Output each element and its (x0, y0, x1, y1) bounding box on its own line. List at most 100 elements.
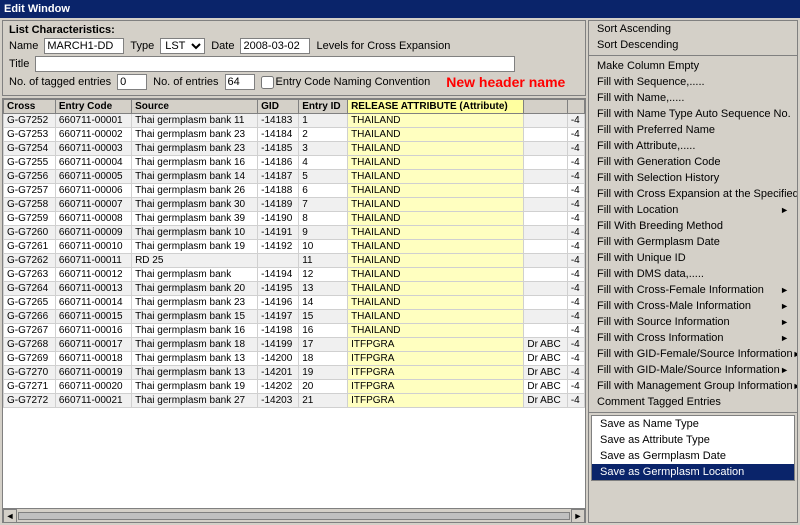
context-menu-item[interactable]: Fill with Source Information► (589, 314, 797, 330)
context-menu-item[interactable]: Fill with Management Group Information► (589, 378, 797, 394)
table-row[interactable]: G-G7254660711-00003Thai germplasm bank 2… (4, 142, 585, 156)
table-row[interactable]: G-G7258660711-00007Thai germplasm bank 3… (4, 198, 585, 212)
context-menu-item[interactable]: Fill with Name Type Auto Sequence No. (589, 106, 797, 122)
context-menu-item[interactable]: Fill with Germplasm Date (589, 234, 797, 250)
table-cell: ITFPGRA (348, 380, 524, 394)
table-row[interactable]: G-G7252660711-00001Thai germplasm bank 1… (4, 114, 585, 128)
table-cell: G-G7254 (4, 142, 56, 156)
main-content: List Characteristics: Name Type LST Date… (0, 18, 800, 525)
context-menu-item[interactable]: Fill with Cross Expansion at the Specifi… (589, 186, 797, 202)
table-cell: 13 (299, 282, 348, 296)
context-menu-item[interactable]: Fill with Cross-Male Information► (589, 298, 797, 314)
context-menu-item[interactable]: Fill with Sequence,..... (589, 74, 797, 90)
title-label: Title (9, 58, 29, 70)
table-scroll[interactable]: Cross Entry Code Source GID Entry ID REL… (3, 99, 585, 508)
table-cell: G-G7253 (4, 128, 56, 142)
context-menu-item[interactable]: Fill with Name,..... (589, 90, 797, 106)
table-row[interactable]: G-G7266660711-00015Thai germplasm bank 1… (4, 310, 585, 324)
scroll-left-btn[interactable]: ◄ (3, 509, 17, 523)
context-menu-item[interactable]: Sort Descending (589, 37, 797, 53)
table-row[interactable]: G-G7268660711-00017Thai germplasm bank 1… (4, 338, 585, 352)
table-cell: Thai germplasm bank 16 (132, 324, 258, 338)
context-menu-item[interactable]: Fill with GID-Male/Source Information► (589, 362, 797, 378)
name-input[interactable] (44, 38, 124, 54)
table-row[interactable]: G-G7260660711-00009Thai germplasm bank 1… (4, 226, 585, 240)
context-menu-item[interactable]: Fill with Generation Code (589, 154, 797, 170)
context-menu-item[interactable]: Save as Name Type (592, 416, 794, 432)
context-menu-item[interactable]: Fill with Location► (589, 202, 797, 218)
type-select[interactable]: LST (160, 38, 205, 54)
horizontal-scrollbar[interactable]: ◄ ► (3, 508, 585, 522)
table-cell: Dr ABC (524, 366, 567, 380)
context-menu-item[interactable]: Fill with Selection History (589, 170, 797, 186)
table-cell: 1 (299, 114, 348, 128)
table-row[interactable]: G-G7263660711-00012Thai germplasm bank-1… (4, 268, 585, 282)
context-menu-item[interactable]: Fill with DMS data,..... (589, 266, 797, 282)
context-menu-item[interactable]: Fill With Breeding Method (589, 218, 797, 234)
table-row[interactable]: G-G7261660711-00010Thai germplasm bank 1… (4, 240, 585, 254)
table-cell: THAILAND (348, 198, 524, 212)
table-cell: -4 (567, 282, 584, 296)
table-cell: -14198 (258, 324, 299, 338)
table-cell: -14187 (258, 170, 299, 184)
context-menu-item[interactable]: Save as Attribute Type (592, 432, 794, 448)
table-cell: 8 (299, 212, 348, 226)
table-cell: 660711-00014 (55, 296, 131, 310)
table-cell: 14 (299, 296, 348, 310)
context-menu-item[interactable]: Fill with Unique ID (589, 250, 797, 266)
table-cell: G-G7252 (4, 114, 56, 128)
entry-code-checkbox[interactable] (261, 76, 274, 89)
table-row[interactable]: G-G7269660711-00018Thai germplasm bank 1… (4, 352, 585, 366)
table-cell: 17 (299, 338, 348, 352)
table-row[interactable]: G-G7272660711-00021Thai germplasm bank 2… (4, 394, 585, 408)
data-table: Cross Entry Code Source GID Entry ID REL… (3, 99, 585, 408)
table-row[interactable]: G-G7259660711-00008Thai germplasm bank 3… (4, 212, 585, 226)
table-cell: -4 (567, 170, 584, 184)
tagged-input[interactable] (117, 74, 147, 90)
data-table-container: Cross Entry Code Source GID Entry ID REL… (2, 98, 586, 523)
entries-input[interactable] (225, 74, 255, 90)
table-row[interactable]: G-G7267660711-00016Thai germplasm bank 1… (4, 324, 585, 338)
table-row[interactable]: G-G7255660711-00004Thai germplasm bank 1… (4, 156, 585, 170)
table-cell: -14189 (258, 198, 299, 212)
table-cell: THAILAND (348, 226, 524, 240)
table-row[interactable]: G-G7270660711-00019Thai germplasm bank 1… (4, 366, 585, 380)
context-menu-item[interactable]: Sort Ascending (589, 21, 797, 37)
table-cell: -4 (567, 142, 584, 156)
table-cell: 15 (299, 310, 348, 324)
table-cell: G-G7257 (4, 184, 56, 198)
table-cell (524, 324, 567, 338)
context-menu-item[interactable]: Fill with GID-Female/Source Information► (589, 346, 797, 362)
table-row[interactable]: G-G7253660711-00002Thai germplasm bank 2… (4, 128, 585, 142)
context-menu-item[interactable]: Fill with Preferred Name (589, 122, 797, 138)
context-menu-item[interactable]: Comment Tagged Entries (589, 394, 797, 410)
context-menu-item[interactable]: Fill with Cross Information► (589, 330, 797, 346)
table-cell: 660711-00011 (55, 254, 131, 268)
context-menu-item[interactable]: Make Column Empty (589, 58, 797, 74)
table-cell: 660711-00019 (55, 366, 131, 380)
table-cell: Thai germplasm bank 23 (132, 296, 258, 310)
table-cell: G-G7260 (4, 226, 56, 240)
tagged-label: No. of tagged entries (9, 76, 111, 88)
scroll-track[interactable] (18, 512, 570, 520)
context-menu-item[interactable]: Save as Germplasm Location (592, 464, 794, 480)
table-row[interactable]: G-G7257660711-00006Thai germplasm bank 2… (4, 184, 585, 198)
table-row[interactable]: G-G7265660711-00014Thai germplasm bank 2… (4, 296, 585, 310)
table-cell: ITFPGRA (348, 352, 524, 366)
table-row[interactable]: G-G7262660711-00011RD 2511THAILAND-4 (4, 254, 585, 268)
date-input[interactable] (240, 38, 310, 54)
table-cell: Thai germplasm bank 19 (132, 380, 258, 394)
table-cell: Thai germplasm bank 18 (132, 338, 258, 352)
table-cell: G-G7270 (4, 366, 56, 380)
table-row[interactable]: G-G7271660711-00020Thai germplasm bank 1… (4, 380, 585, 394)
context-menu-item[interactable]: Fill with Cross-Female Information► (589, 282, 797, 298)
table-row[interactable]: G-G7264660711-00013Thai germplasm bank 2… (4, 282, 585, 296)
context-menu-item[interactable]: Fill with Attribute,..... (589, 138, 797, 154)
table-cell: -4 (567, 254, 584, 268)
table-row[interactable]: G-G7256660711-00005Thai germplasm bank 1… (4, 170, 585, 184)
table-cell: -4 (567, 156, 584, 170)
scroll-right-btn[interactable]: ► (571, 509, 585, 523)
table-cell: 660711-00005 (55, 170, 131, 184)
title-input[interactable] (35, 56, 515, 72)
context-menu-item[interactable]: Save as Germplasm Date (592, 448, 794, 464)
